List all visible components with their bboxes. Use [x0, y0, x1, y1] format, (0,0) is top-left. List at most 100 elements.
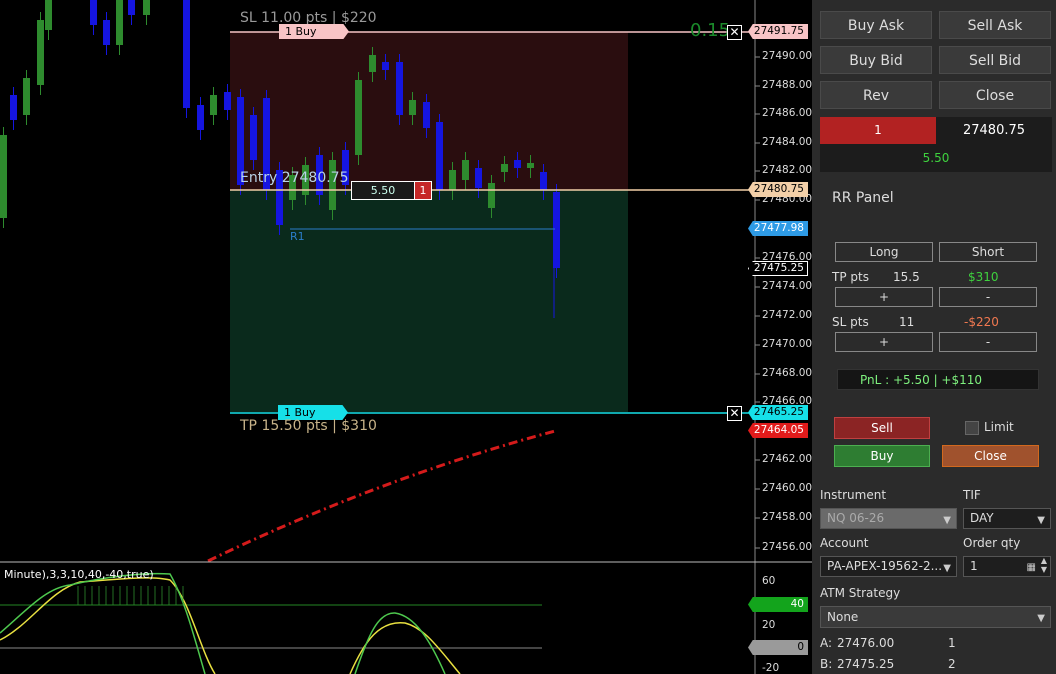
candle-body [436, 122, 443, 190]
candle-body [10, 95, 17, 120]
indicator-fast-line [0, 572, 206, 674]
indicator-tick-label: 60 [762, 575, 776, 587]
candle-body [224, 92, 231, 110]
candle-body [143, 0, 150, 15]
candle-body [449, 170, 456, 190]
tp-minus-button[interactable]: - [939, 287, 1037, 307]
candle-body [210, 95, 217, 115]
r1-label: R1 [290, 230, 305, 243]
candle-body [462, 160, 469, 180]
price-tick-label: 27468.00 [762, 367, 813, 379]
candle-body [514, 160, 521, 168]
candle-body [0, 135, 7, 218]
candle-body [553, 192, 560, 268]
indicator-tick-label: -20 [762, 662, 780, 674]
account-select[interactable]: PA-APEX-19562-2... ▼ [820, 556, 957, 577]
buy-ask-button[interactable]: Buy Ask [820, 11, 932, 39]
candle-body [501, 164, 508, 172]
price-marker-tag: 27477.98 [748, 221, 808, 236]
atm-strategy-select[interactable]: None ▼ [820, 606, 1051, 628]
trend-line [207, 429, 556, 563]
position-pnl-box[interactable]: 5.50 [351, 181, 415, 200]
rr-panel-title: RR Panel [832, 190, 894, 206]
price-tick-label: 27488.00 [762, 79, 813, 91]
sell-bid-button[interactable]: Sell Bid [939, 46, 1051, 74]
atm-strategy-value: None [827, 610, 859, 624]
reverse-button[interactable]: Rev [820, 81, 932, 109]
price-tick-label: 27458.00 [762, 511, 813, 523]
candle-body [23, 78, 30, 115]
pnl-display: PnL : +5.50 | +$110 [837, 369, 1039, 390]
account-value: PA-APEX-19562-2... [827, 559, 943, 573]
candle-body [369, 55, 376, 72]
entry-label: Entry 27480.75 [240, 170, 349, 186]
candle-body [128, 0, 135, 15]
buy-bid-button[interactable]: Buy Bid [820, 46, 932, 74]
instrument-value: NQ 06-26 [827, 511, 885, 525]
chart-area[interactable]: SL 11.00 pts | $220 0.15 1 Buy STP ✕ Ent… [0, 0, 812, 674]
candle-body [103, 20, 110, 45]
price-tick-label: 27456.00 [762, 541, 813, 553]
candle-body [382, 62, 389, 70]
tp-label: TP 15.50 pts | $310 [240, 418, 377, 434]
price-marker-tag: 27465.25 [748, 405, 808, 420]
candle-body [527, 163, 534, 168]
indicator-tick-label: 20 [762, 619, 776, 631]
short-button[interactable]: Short [939, 242, 1037, 262]
bid-qty: 2 [948, 657, 956, 671]
ask-label: A: [820, 636, 833, 650]
order-qty-value: 1 [970, 559, 978, 573]
sell-button[interactable]: Sell [834, 417, 930, 439]
close-position-button[interactable]: Close [942, 445, 1039, 467]
tif-value: DAY [970, 511, 994, 525]
position-pnl: 5.50 [820, 144, 1052, 172]
price-marker-tag: 27464.05 [748, 423, 808, 438]
limit-checkbox[interactable] [965, 421, 979, 435]
price-tick-label: 27484.00 [762, 136, 813, 148]
candle-body [37, 20, 44, 85]
calculator-icon[interactable]: ▦ [1027, 558, 1036, 577]
buy-stop-order-tag[interactable]: 1 Buy STP [279, 24, 349, 39]
spinner-icon[interactable]: ▲ ▼ [1041, 556, 1047, 574]
tp-money-value: $310 [968, 270, 999, 284]
order-qty-input[interactable]: 1 ▦ ▲ ▼ [963, 556, 1051, 577]
instrument-label: Instrument [820, 488, 887, 502]
sl-pts-value: 11 [899, 315, 915, 329]
bid-price: 27475.25 [837, 657, 895, 671]
chevron-down-icon: ▼ [1037, 613, 1045, 624]
buy-button[interactable]: Buy [834, 445, 930, 467]
price-tick-label: 27474.00 [762, 280, 813, 292]
candle-body [423, 102, 430, 128]
order-panel: Buy Ask Sell Ask Buy Bid Sell Bid Rev Cl… [812, 0, 1056, 674]
candle-body [396, 62, 403, 115]
order-qty-label: Order qty [963, 536, 1021, 550]
position-qty: 1 [820, 117, 936, 144]
price-tick-label: 27472.00 [762, 309, 813, 321]
candle-body [90, 0, 97, 25]
atm-strategy-label: ATM Strategy [820, 586, 901, 600]
price-marker-tag: 27475.25 [748, 261, 808, 276]
sl-plus-button[interactable]: + [835, 332, 933, 352]
price-tick-label: 27462.00 [762, 453, 813, 465]
cancel-stop-order-icon[interactable]: ✕ [727, 25, 742, 40]
candle-body [45, 0, 52, 30]
position-qty-box[interactable]: 1 [414, 181, 432, 200]
account-label: Account [820, 536, 869, 550]
cancel-limit-order-icon[interactable]: ✕ [727, 406, 742, 421]
sl-minus-button[interactable]: - [939, 332, 1037, 352]
candle-body [409, 100, 416, 115]
close-button[interactable]: Close [939, 81, 1051, 109]
tif-select[interactable]: DAY ▼ [963, 508, 1051, 529]
instrument-select[interactable]: NQ 06-26 ▼ [820, 508, 957, 529]
sell-ask-button[interactable]: Sell Ask [939, 11, 1051, 39]
long-button[interactable]: Long [835, 242, 933, 262]
price-tick-label: 27490.00 [762, 50, 813, 62]
sl-pts-label: SL pts [832, 315, 869, 329]
chevron-down-icon: ▼ [943, 515, 951, 526]
candle-body [475, 168, 482, 188]
bid-label: B: [820, 657, 833, 671]
candle-body [540, 172, 547, 190]
ask-qty: 1 [948, 636, 956, 650]
price-tick-label: 27470.00 [762, 338, 813, 350]
tp-plus-button[interactable]: + [835, 287, 933, 307]
